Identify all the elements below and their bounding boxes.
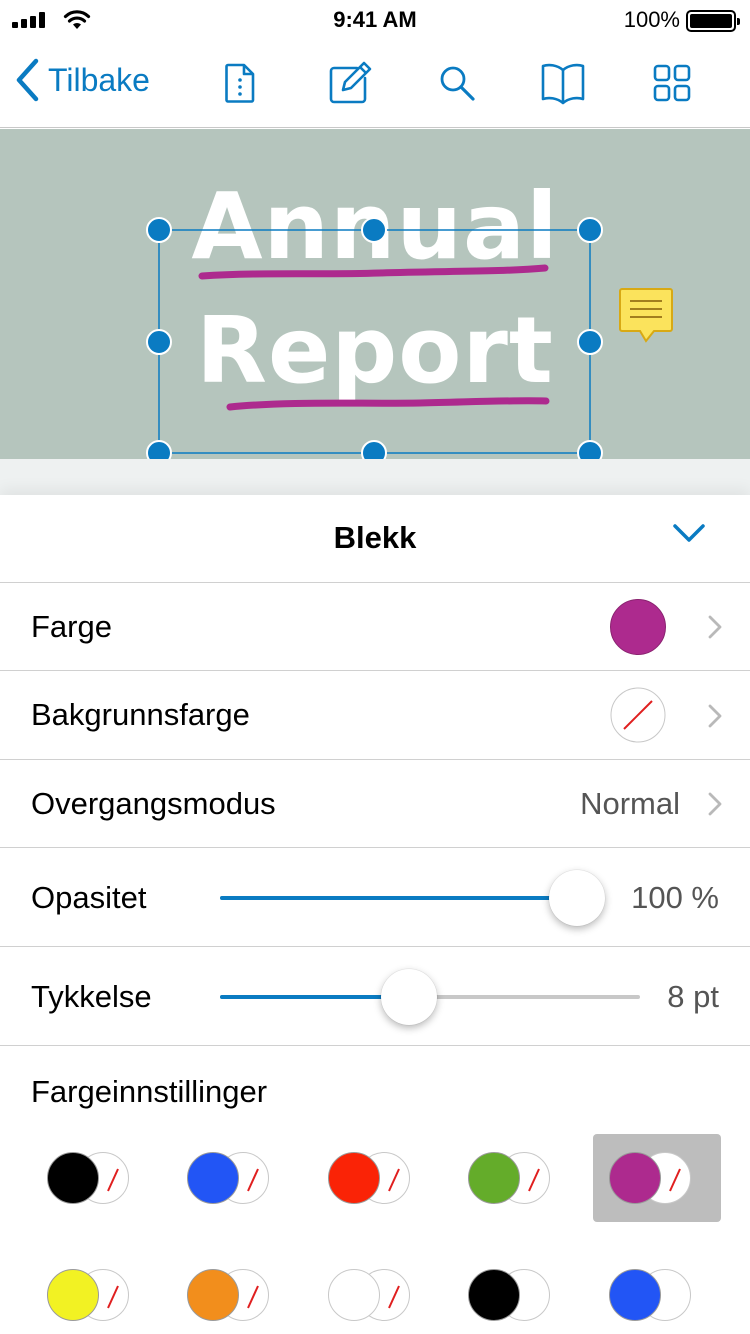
opacity-slider-thumb[interactable] xyxy=(549,870,605,926)
thickness-slider[interactable] xyxy=(220,969,640,1025)
bookmarks-button[interactable] xyxy=(538,58,588,108)
color-row[interactable]: Farge xyxy=(0,583,750,671)
preset-color-swatch xyxy=(47,1269,99,1321)
color-preset[interactable] xyxy=(171,1134,299,1222)
color-swatch xyxy=(610,599,666,655)
background-color-swatch xyxy=(610,687,666,743)
preset-color-swatch xyxy=(47,1152,99,1204)
background-color-label: Bakgrunnsfarge xyxy=(31,697,250,732)
preset-color-swatch xyxy=(328,1152,380,1204)
document-info-button[interactable] xyxy=(215,58,265,108)
blend-mode-label: Overgangsmodus xyxy=(31,786,276,821)
color-preset[interactable] xyxy=(31,1251,159,1334)
ink-properties-panel: Blekk Farge Bakgrunnsfarge Overgangsmodu… xyxy=(0,495,750,1334)
resize-handle xyxy=(361,217,387,243)
color-preset[interactable] xyxy=(31,1134,159,1222)
battery-percent: 100% xyxy=(623,7,680,32)
thickness-slider-thumb[interactable] xyxy=(381,969,437,1025)
thumbnails-icon xyxy=(653,64,691,102)
resize-handle xyxy=(146,329,172,355)
thickness-row: Tykkelse 8 pt xyxy=(0,947,750,1046)
resize-handle xyxy=(577,217,603,243)
preset-color-swatch xyxy=(468,1269,520,1321)
preset-color-swatch xyxy=(187,1152,239,1204)
opacity-slider-fill xyxy=(220,896,577,900)
resize-handle xyxy=(577,440,603,459)
bookmarks-icon xyxy=(541,63,585,105)
back-button[interactable]: Tilbake xyxy=(14,58,150,102)
annotate-icon xyxy=(329,61,372,104)
preset-color-swatch xyxy=(328,1269,380,1321)
preset-color-swatch xyxy=(609,1269,661,1321)
search-button[interactable] xyxy=(432,58,482,108)
chevron-right-icon xyxy=(708,615,722,639)
status-bar: 9:41 AM 100% xyxy=(0,0,750,40)
thickness-label: Tykkelse xyxy=(31,979,152,1014)
chevron-down-icon[interactable] xyxy=(672,523,706,543)
color-preset[interactable] xyxy=(452,1134,580,1222)
panel-header: Blekk xyxy=(0,495,750,583)
blend-mode-value: Normal xyxy=(580,786,680,821)
search-icon xyxy=(440,66,475,101)
opacity-slider[interactable] xyxy=(220,870,605,926)
preset-color-swatch xyxy=(468,1152,520,1204)
document-info-icon xyxy=(225,63,255,103)
resize-handle xyxy=(146,217,172,243)
back-chevron-icon xyxy=(16,58,39,102)
color-preset[interactable] xyxy=(312,1134,440,1222)
note-icon[interactable] xyxy=(618,287,676,345)
panel-title: Blekk xyxy=(333,520,417,555)
resize-handle xyxy=(577,329,603,355)
battery-icon xyxy=(686,10,740,32)
document-page-gap xyxy=(0,459,750,495)
chevron-right-icon xyxy=(708,704,722,728)
thickness-value: 8 pt xyxy=(667,979,719,1014)
preset-color-swatch xyxy=(609,1152,661,1204)
opacity-row: Opasitet 100 % xyxy=(0,848,750,947)
document-page[interactable]: Annual Report xyxy=(0,129,750,459)
opacity-value: 100 % xyxy=(631,880,719,915)
color-preset[interactable] xyxy=(312,1251,440,1334)
selection-box xyxy=(158,229,591,454)
color-preset[interactable] xyxy=(171,1251,299,1334)
annotate-button[interactable] xyxy=(325,58,375,108)
back-label: Tilbake xyxy=(48,61,150,98)
toolbar: Tilbake xyxy=(0,40,750,128)
presets-title: Fargeinnstillinger xyxy=(31,1074,268,1109)
color-label: Farge xyxy=(31,609,112,644)
color-preset[interactable] xyxy=(593,1251,721,1334)
resize-handle xyxy=(361,440,387,459)
preset-color-swatch xyxy=(187,1269,239,1321)
thumbnails-button[interactable] xyxy=(647,58,697,108)
chevron-right-icon xyxy=(708,792,722,816)
background-color-row[interactable]: Bakgrunnsfarge xyxy=(0,671,750,760)
opacity-label: Opasitet xyxy=(31,880,147,915)
color-preset[interactable] xyxy=(452,1251,580,1334)
blend-mode-row[interactable]: Overgangsmodus Normal xyxy=(0,760,750,848)
color-preset[interactable] xyxy=(593,1134,721,1222)
resize-handle xyxy=(146,440,172,459)
